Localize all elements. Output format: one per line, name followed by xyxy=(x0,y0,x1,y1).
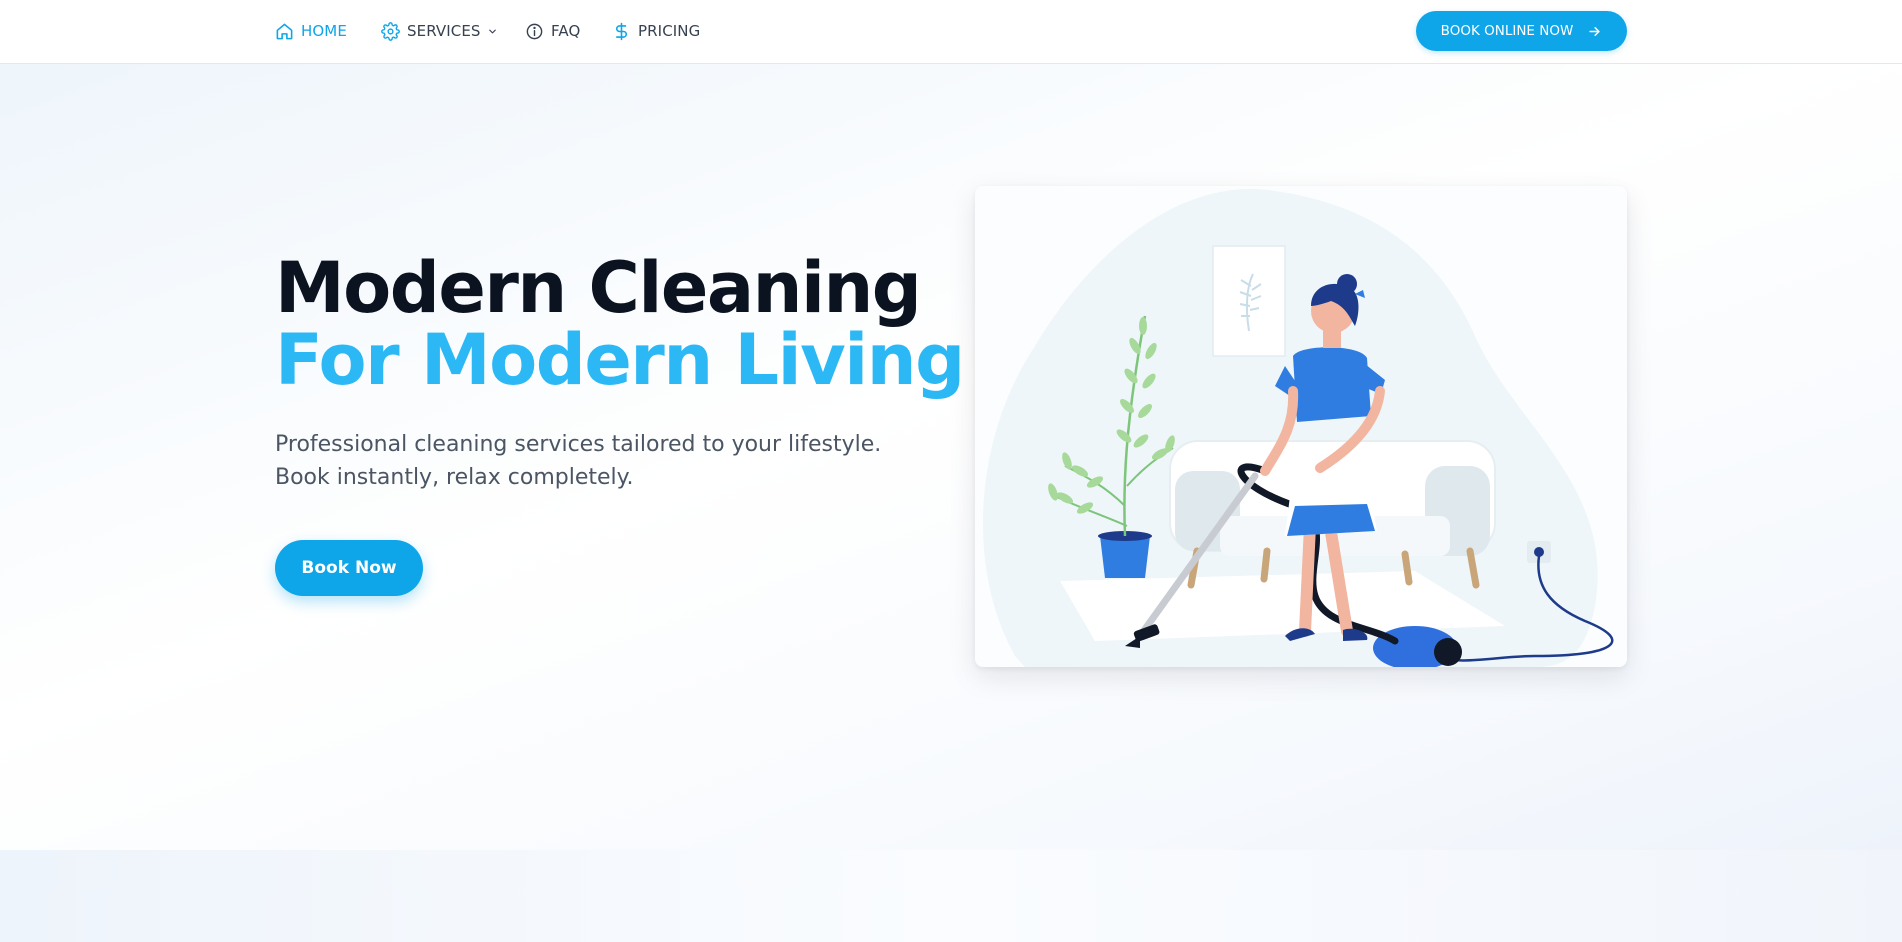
gear-icon xyxy=(381,21,400,41)
next-section-background xyxy=(0,850,1902,942)
nav-pricing[interactable]: PRICING xyxy=(612,0,700,62)
book-online-now-button[interactable]: BOOK ONLINE NOW xyxy=(1416,11,1627,51)
hero-subtitle: Professional cleaning services tailored … xyxy=(275,432,882,490)
home-icon xyxy=(276,23,293,39)
nav-home-label: HOME xyxy=(301,22,347,40)
woman-vacuuming-illustration xyxy=(982,188,1614,667)
nav-faq[interactable]: FAQ xyxy=(525,0,580,62)
arrow-right-icon xyxy=(1589,26,1600,36)
nav-services[interactable]: SERVICES xyxy=(381,0,498,62)
hero-illustration-card xyxy=(975,186,1627,667)
nav-pricing-label: PRICING xyxy=(638,22,701,40)
hero-headline: Modern Cleaning For Modern Living xyxy=(275,247,965,401)
info-icon xyxy=(526,23,543,39)
nav-faq-label: FAQ xyxy=(551,22,581,40)
headline-line-2: For Modern Living xyxy=(275,319,965,401)
book-online-now-label: BOOK ONLINE NOW xyxy=(1440,23,1574,39)
top-navigation: HOME SERVICES FAQ PRICING BOOK ONLINE NO… xyxy=(0,0,1902,64)
headline-line-1: Modern Cleaning xyxy=(275,247,922,329)
nav-services-label: SERVICES xyxy=(407,22,481,40)
book-now-label: Book Now xyxy=(301,558,397,578)
nav-home[interactable]: HOME xyxy=(275,0,347,62)
book-now-button[interactable]: Book Now xyxy=(275,540,423,596)
chevron-down-icon[interactable] xyxy=(487,26,498,37)
dollar-icon xyxy=(615,22,627,40)
